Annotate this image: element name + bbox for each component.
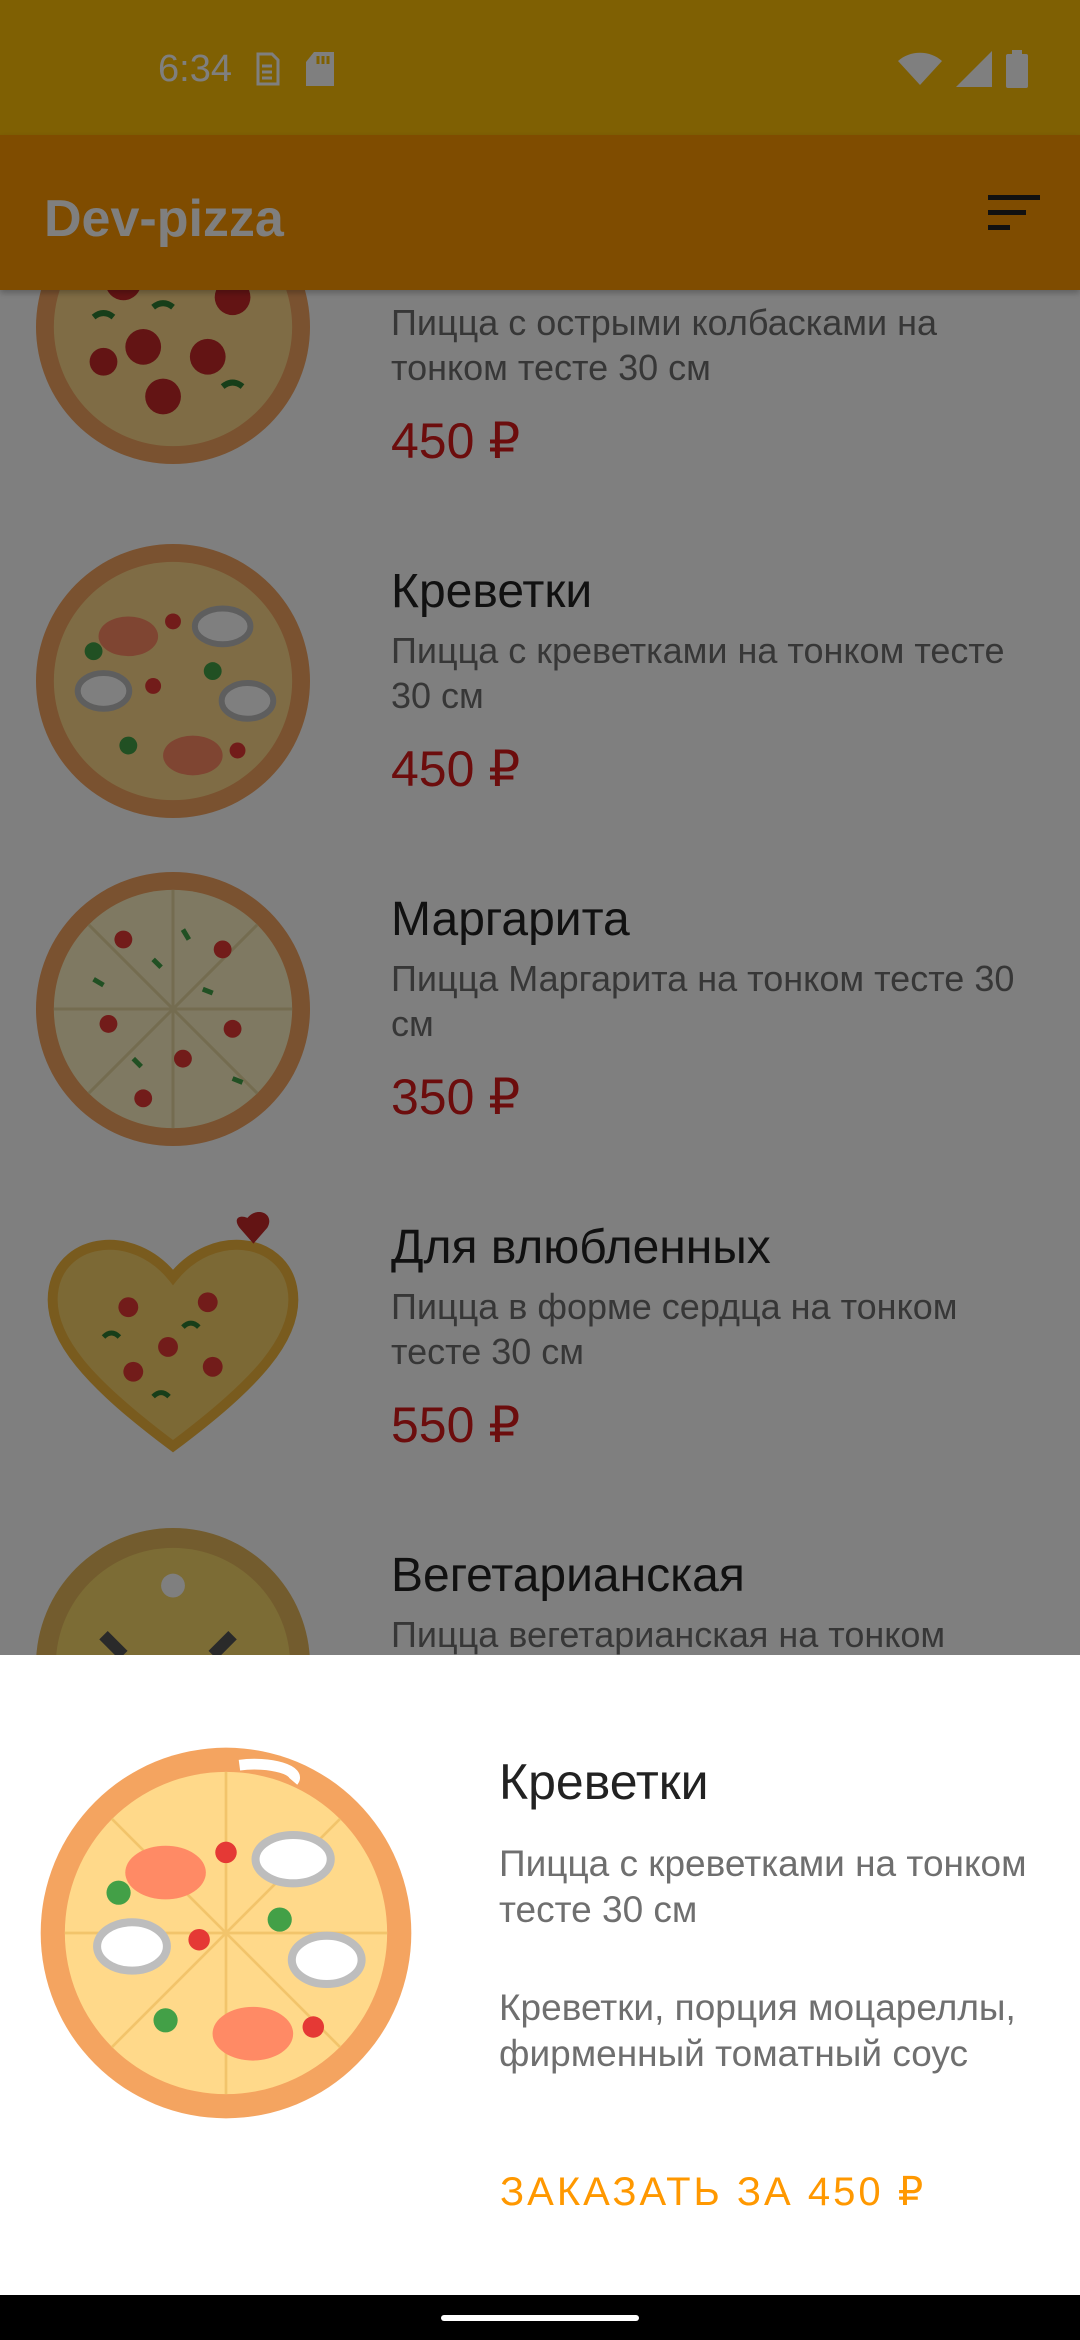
pizza-detail-sheet: Креветки Пицца с креветками на тонком те… — [0, 1655, 1080, 2295]
modal-scrim[interactable] — [0, 0, 1080, 1655]
pizza-shrimp-image — [40, 1747, 412, 2119]
navigation-bar — [0, 2295, 1080, 2340]
home-handle[interactable] — [441, 2315, 639, 2321]
sheet-title: Креветки — [499, 1754, 709, 1810]
sheet-description: Пицца с креветками на тонком тесте 30 см — [499, 1843, 1027, 1930]
sheet-ingredients: Креветки, порция моцареллы, фирменный то… — [499, 1987, 1016, 2074]
order-button[interactable]: ЗАКАЗАТЬ ЗА 450 ₽ — [470, 2155, 956, 2229]
